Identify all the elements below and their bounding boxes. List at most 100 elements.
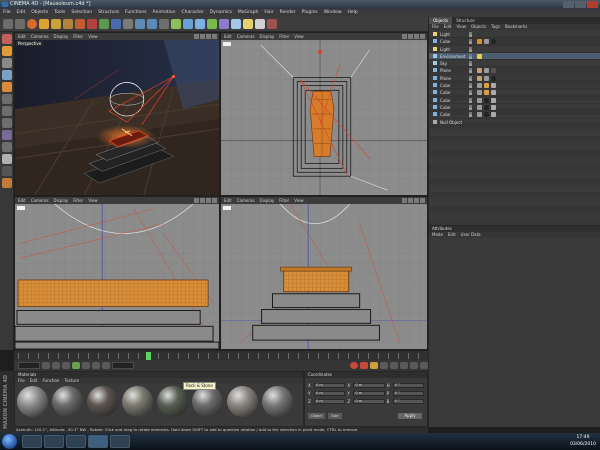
material-swatch[interactable]	[192, 386, 223, 417]
prev-frame-icon[interactable]	[62, 362, 70, 369]
next-key-icon[interactable]	[92, 362, 100, 369]
orbit-icon[interactable]	[414, 198, 419, 203]
menu-dynamics[interactable]: Dynamics	[210, 9, 232, 17]
material-tag-icon[interactable]	[477, 68, 482, 74]
x-axis-lock-icon[interactable]	[87, 19, 97, 29]
y-axis-lock-icon[interactable]	[99, 19, 109, 29]
vp-menu-view[interactable]: View	[294, 197, 304, 204]
object-row[interactable]: Null Object	[429, 119, 600, 126]
material-tag-icon[interactable]	[477, 75, 482, 81]
vp-menu-edit[interactable]: Edit	[224, 33, 232, 40]
menu-character[interactable]: Character	[182, 9, 204, 17]
viewport-top-canvas[interactable]	[221, 40, 427, 195]
material-swatch[interactable]	[227, 386, 258, 417]
zoom-icon[interactable]	[200, 198, 205, 203]
object-row[interactable]: Light	[429, 31, 600, 39]
om-menu-edit[interactable]: Edit	[444, 24, 452, 30]
coord-size-dropdown[interactable]: Size	[328, 413, 342, 419]
vp-menu-edit[interactable]: Edit	[18, 197, 26, 204]
undo-icon[interactable]	[3, 19, 13, 29]
vp-menu-edit[interactable]: Edit	[224, 197, 232, 204]
move-tool-icon[interactable]	[39, 19, 49, 29]
coord-z-size-field[interactable]: 0 m	[353, 398, 385, 404]
object-row[interactable]: Cube	[429, 104, 600, 112]
om-menu-tags[interactable]: Tags	[491, 24, 500, 30]
object-name[interactable]: Cube	[440, 82, 450, 89]
menu-structure[interactable]: Structure	[98, 9, 119, 17]
material-tag-icon[interactable]	[484, 112, 489, 118]
orbit-icon[interactable]	[414, 34, 419, 39]
viewport-perspective[interactable]: Edit Cameras Display Filter View Perspec…	[14, 32, 220, 196]
visibility-dots-icon[interactable]	[469, 32, 472, 37]
orbit-icon[interactable]	[206, 198, 211, 203]
coord-h-rotation-field[interactable]: 0 °	[392, 382, 424, 388]
menu-hair[interactable]: Hair	[264, 9, 273, 17]
scale-key-icon[interactable]	[400, 362, 408, 369]
om-menu-view[interactable]: View	[456, 24, 466, 30]
material-swatch[interactable]	[52, 386, 83, 417]
next-frame-icon[interactable]	[82, 362, 90, 369]
render-picture-viewer-icon[interactable]	[147, 19, 157, 29]
vp-menu-view[interactable]: View	[294, 33, 304, 40]
texture-tag-icon[interactable]	[477, 83, 482, 89]
maximize-button[interactable]	[575, 1, 586, 8]
texture-tag-icon[interactable]	[477, 97, 482, 103]
tab-structure[interactable]: Structure	[452, 17, 479, 24]
menu-help[interactable]: Help	[348, 9, 358, 17]
vp-menu-view[interactable]: View	[88, 33, 98, 40]
texture-tag-icon[interactable]	[484, 68, 489, 74]
menu-objects[interactable]: Objects	[31, 9, 48, 17]
minimize-button[interactable]	[563, 1, 574, 8]
polygons-mode-icon[interactable]	[2, 118, 12, 128]
texture-tag-icon[interactable]	[484, 75, 489, 81]
material-tag-icon[interactable]	[484, 97, 489, 103]
taskbar-app-icon[interactable]	[110, 435, 130, 448]
taskbar-explorer-icon[interactable]	[44, 435, 64, 448]
object-name[interactable]: Plane	[440, 67, 451, 74]
menu-window[interactable]: Window	[324, 9, 342, 17]
material-swatch[interactable]	[157, 386, 188, 417]
visibility-dots-icon[interactable]	[469, 46, 472, 52]
object-name[interactable]: Environment	[440, 53, 466, 60]
sculpt-icon[interactable]	[2, 178, 12, 188]
material-tag-icon[interactable]	[477, 39, 482, 45]
visibility-dots-icon[interactable]	[469, 68, 472, 74]
light-icon[interactable]	[243, 19, 253, 29]
timeline-current-frame-marker[interactable]	[146, 352, 151, 360]
menu-mograph[interactable]: MoGraph	[238, 9, 258, 17]
vp-menu-cameras[interactable]: Cameras	[237, 33, 255, 40]
deformer-icon[interactable]	[219, 19, 229, 29]
object-name[interactable]: Light	[440, 31, 450, 38]
coord-y-position-field[interactable]: 0 m	[314, 390, 346, 396]
axis-mode-icon[interactable]	[2, 166, 12, 176]
taskbar-cinema4d-icon[interactable]	[88, 435, 108, 448]
material-tag-icon[interactable]	[491, 83, 496, 89]
scene-icon[interactable]	[231, 19, 241, 29]
vp-menu-display[interactable]: Display	[260, 33, 275, 40]
material-tag-icon[interactable]	[491, 68, 496, 74]
vp-menu-filter[interactable]: Filter	[279, 33, 289, 40]
visibility-dots-icon[interactable]	[469, 90, 472, 96]
zoom-icon[interactable]	[408, 34, 413, 39]
vp-menu-cameras[interactable]: Cameras	[237, 197, 255, 204]
nurbs-icon[interactable]	[195, 19, 205, 29]
snap-icon[interactable]	[2, 154, 12, 164]
om-menu-bookmarks[interactable]: Bookmarks	[505, 24, 527, 30]
viewport-perspective-canvas[interactable]	[15, 40, 219, 195]
tab-objects[interactable]: Objects	[429, 17, 453, 24]
z-axis-lock-icon[interactable]	[111, 19, 121, 29]
model-mode-icon[interactable]	[2, 46, 12, 56]
object-row[interactable]: Cube	[429, 97, 600, 104]
coord-mode-dropdown[interactable]: Object	[308, 413, 326, 419]
coord-p-rotation-field[interactable]: 0 °	[392, 390, 424, 396]
viewport-right[interactable]: Edit Cameras Display Filter View	[14, 196, 220, 350]
material-tag-icon[interactable]	[484, 90, 489, 96]
position-key-icon[interactable]	[380, 362, 388, 369]
zoom-icon[interactable]	[408, 198, 413, 203]
start-button[interactable]	[2, 434, 17, 449]
material-tag-icon[interactable]	[491, 39, 496, 45]
material-tag-icon[interactable]	[491, 112, 496, 118]
texture-tag-icon[interactable]	[477, 90, 482, 96]
bodypaint-icon[interactable]	[267, 19, 277, 29]
material-swatch[interactable]	[87, 386, 118, 417]
